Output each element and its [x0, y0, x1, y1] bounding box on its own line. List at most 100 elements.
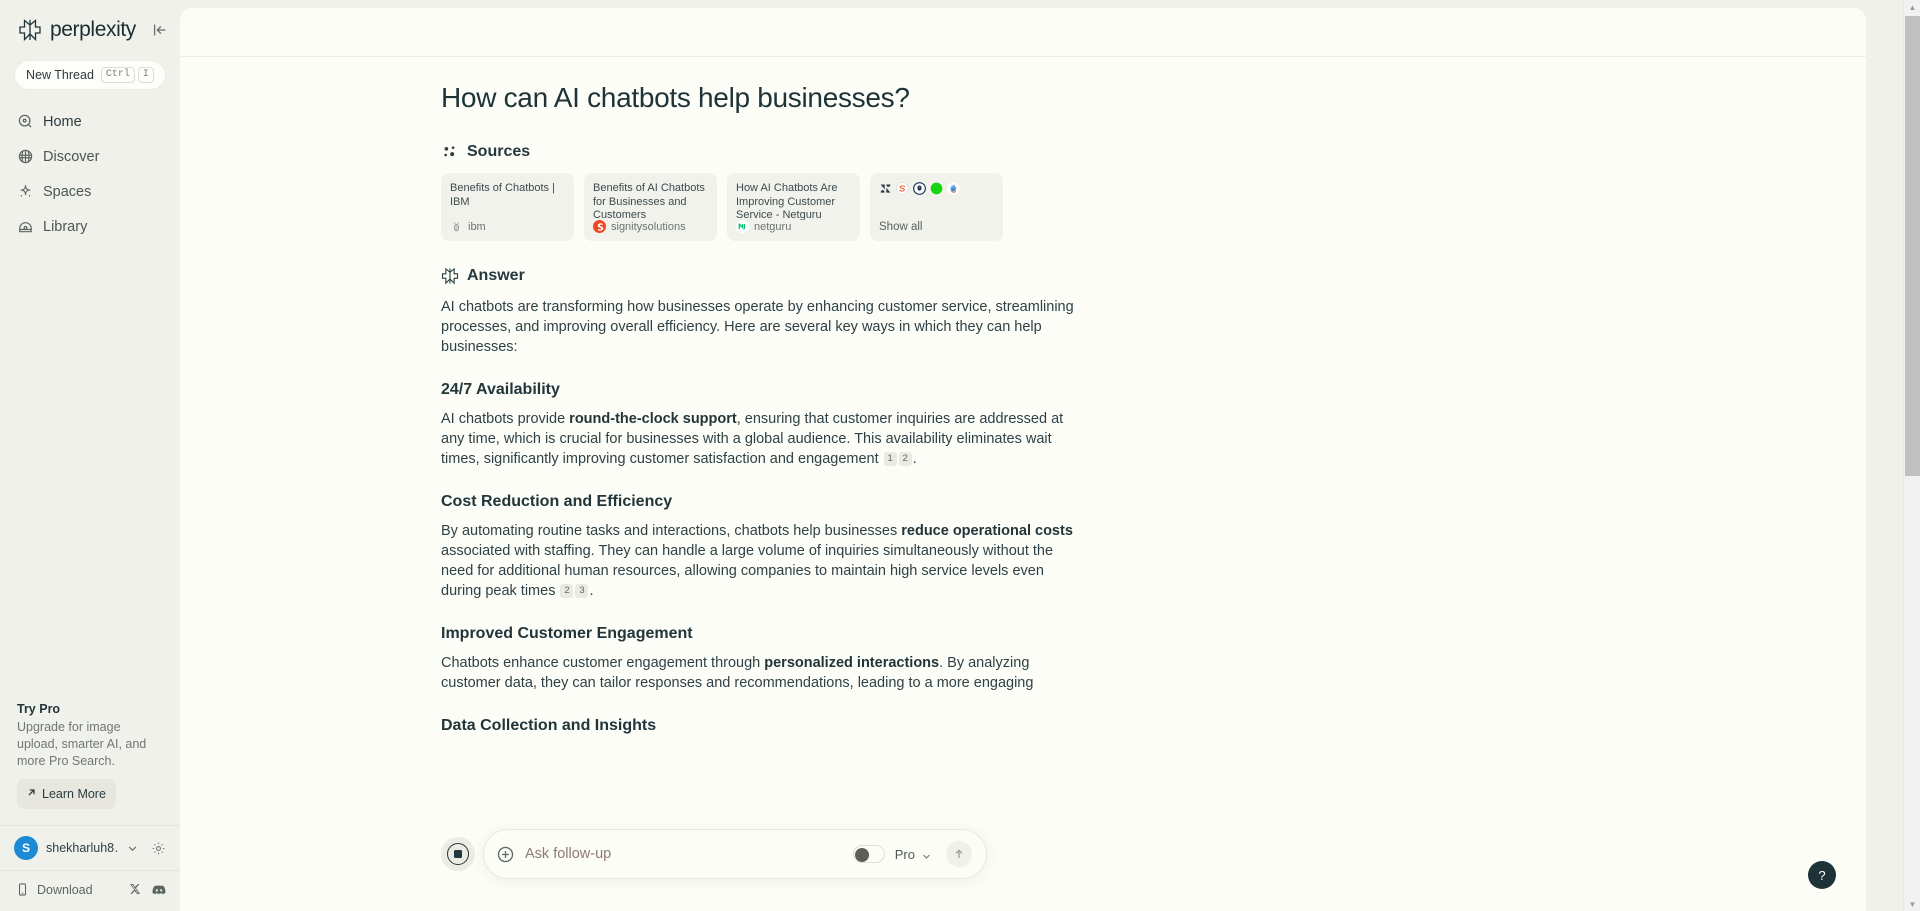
brand-row[interactable]: perplexity	[0, 0, 180, 52]
source-domain: ibm	[468, 220, 486, 233]
sidebar-item-label: Library	[43, 218, 88, 235]
source-title: How AI Chatbots Are Improving Customer S…	[736, 182, 838, 220]
help-button[interactable]: ?	[1808, 861, 1836, 889]
x-icon[interactable]	[129, 882, 144, 897]
stop-recording-icon[interactable]	[441, 837, 475, 871]
download-label[interactable]: Download	[37, 883, 122, 897]
sources-heading-label: Sources	[467, 143, 531, 160]
main-area: How can AI chatbots help businesses? Sou…	[180, 0, 1920, 911]
answer-next-heading: Data Collection and Insights	[441, 717, 657, 734]
thread-header	[180, 8, 1866, 57]
mobile-icon[interactable]	[15, 882, 30, 897]
answer-block: Answer AI chatbots are transforming how …	[441, 267, 1081, 735]
composer-zone: Pro	[441, 829, 987, 879]
source-domain: signitysolutions	[611, 220, 686, 233]
text-bold: personalized interactions	[764, 655, 940, 671]
try-pro-title: Try Pro	[17, 702, 61, 716]
sparkle-icon	[17, 183, 34, 200]
sidebar-item-label: Spaces	[43, 183, 92, 200]
citation-badge[interactable]: 2	[898, 452, 912, 467]
content-column: How can AI chatbots help businesses? Sou…	[441, 81, 1081, 735]
discord-icon[interactable]	[151, 882, 166, 897]
search-input[interactable]	[525, 846, 843, 862]
show-all-sources-card[interactable]: Show all	[870, 173, 1003, 241]
arrow-up-icon	[952, 847, 966, 861]
text-tail: .	[912, 451, 917, 467]
citation-badge[interactable]: 2	[560, 584, 574, 599]
plus-circle-icon[interactable]	[496, 845, 515, 864]
answer-section-text: AI chatbots provide round-the-clock supp…	[441, 409, 1081, 469]
text-before: Chatbots enhance customer engagement thr…	[441, 655, 765, 671]
source-card[interactable]: How AI Chatbots Are Improving Customer S…	[727, 173, 860, 241]
text-before: AI chatbots provide	[441, 411, 570, 427]
send-button[interactable]	[946, 841, 972, 867]
kbd-ctrl: Ctrl	[100, 67, 135, 83]
source-card[interactable]: Benefits of AI Chatbots for Businesses a…	[584, 173, 717, 241]
library-icon	[17, 218, 34, 235]
signity-icon	[593, 220, 606, 233]
pro-label: Pro	[894, 846, 915, 862]
new-thread-button[interactable]: New Thread Ctrl I	[14, 60, 166, 90]
source-title: Benefits of Chatbots | IBM	[450, 182, 555, 208]
citation-badge[interactable]: 3	[575, 584, 589, 599]
source-title: Benefits of AI Chatbots for Businesses a…	[593, 182, 705, 220]
source-meta: ibm	[450, 220, 565, 233]
learn-more-button[interactable]: Learn More	[17, 779, 116, 809]
sidebar-item-label: Home	[43, 113, 82, 130]
source-card[interactable]: Benefits of Chatbots | IBM ibm	[441, 173, 574, 241]
sidebar-item-home[interactable]: Home	[0, 104, 180, 139]
kbd-i: I	[137, 67, 154, 83]
new-thread-shortcut: Ctrl I	[100, 67, 154, 83]
sidebar-nav: Home Discover Spaces Library	[0, 104, 180, 244]
answer-section-heading: Cost Reduction and Efficiency	[441, 493, 673, 510]
followup-composer: Pro	[483, 829, 987, 879]
user-account-row[interactable]: S shekharluh8…	[0, 825, 180, 870]
source-domain: netguru	[754, 220, 792, 233]
learn-more-label: Learn More	[42, 787, 106, 801]
answer-section-heading: 24/7 Availability	[441, 381, 560, 398]
panel-collapse-icon[interactable]	[150, 20, 170, 40]
text-bold: round-the-clock support	[569, 411, 737, 427]
gear-icon[interactable]	[151, 841, 166, 856]
sidebar-item-library[interactable]: Library	[0, 209, 180, 244]
text-after: associated with staffing. They can handl…	[441, 543, 1054, 599]
answer-intro: AI chatbots are transforming how busines…	[441, 299, 1074, 355]
globe-icon	[17, 148, 34, 165]
question-mark-icon: ?	[1818, 867, 1826, 883]
perplexity-mark-icon	[441, 267, 459, 285]
green-circle-icon	[930, 182, 943, 195]
stop-inner-ring	[447, 843, 469, 865]
sources-list: Benefits of Chatbots | IBM ibm Benefits …	[441, 173, 1081, 241]
sidebar-item-discover[interactable]: Discover	[0, 139, 180, 174]
netguru-icon	[736, 220, 749, 233]
new-thread-label: New Thread	[26, 68, 94, 82]
page-scrollbar[interactable]: ▲ ▼	[1903, 0, 1920, 911]
toggle-knob	[855, 847, 870, 862]
pro-toggle[interactable]	[852, 845, 885, 863]
perplexity-logo-icon	[18, 18, 42, 42]
text-bold: reduce operational costs	[901, 523, 1073, 539]
sidebar-footer: Download	[0, 870, 180, 911]
caret-up-icon[interactable]: ▲	[1904, 0, 1920, 14]
thread-content: How can AI chatbots help businesses? Sou…	[180, 57, 1866, 911]
citation-badge[interactable]: 1	[883, 452, 897, 467]
source-meta: netguru	[736, 220, 851, 233]
stop-square	[454, 850, 462, 858]
caret-down-icon[interactable]: ▼	[1904, 897, 1920, 911]
page-title: How can AI chatbots help businesses?	[441, 82, 910, 113]
target-icon	[913, 182, 926, 195]
avatar: S	[14, 836, 38, 860]
chevron-down-icon[interactable]	[126, 842, 139, 855]
answer-heading: Answer	[441, 267, 1081, 285]
answer-section-text: Chatbots enhance customer engagement thr…	[441, 653, 1081, 693]
show-all-label: Show all	[879, 221, 923, 233]
scrollbar-thumb[interactable]	[1905, 16, 1920, 476]
app-root: perplexity New Thread Ctrl I Home Discov…	[0, 0, 1920, 911]
source-meta: signitysolutions	[593, 220, 708, 233]
try-pro-card: Try Pro Upgrade for image upload, smarte…	[0, 702, 180, 809]
ibm-icon	[450, 220, 463, 233]
hand-icon	[947, 182, 960, 195]
chevron-down-icon[interactable]	[921, 849, 932, 860]
sidebar-item-spaces[interactable]: Spaces	[0, 174, 180, 209]
